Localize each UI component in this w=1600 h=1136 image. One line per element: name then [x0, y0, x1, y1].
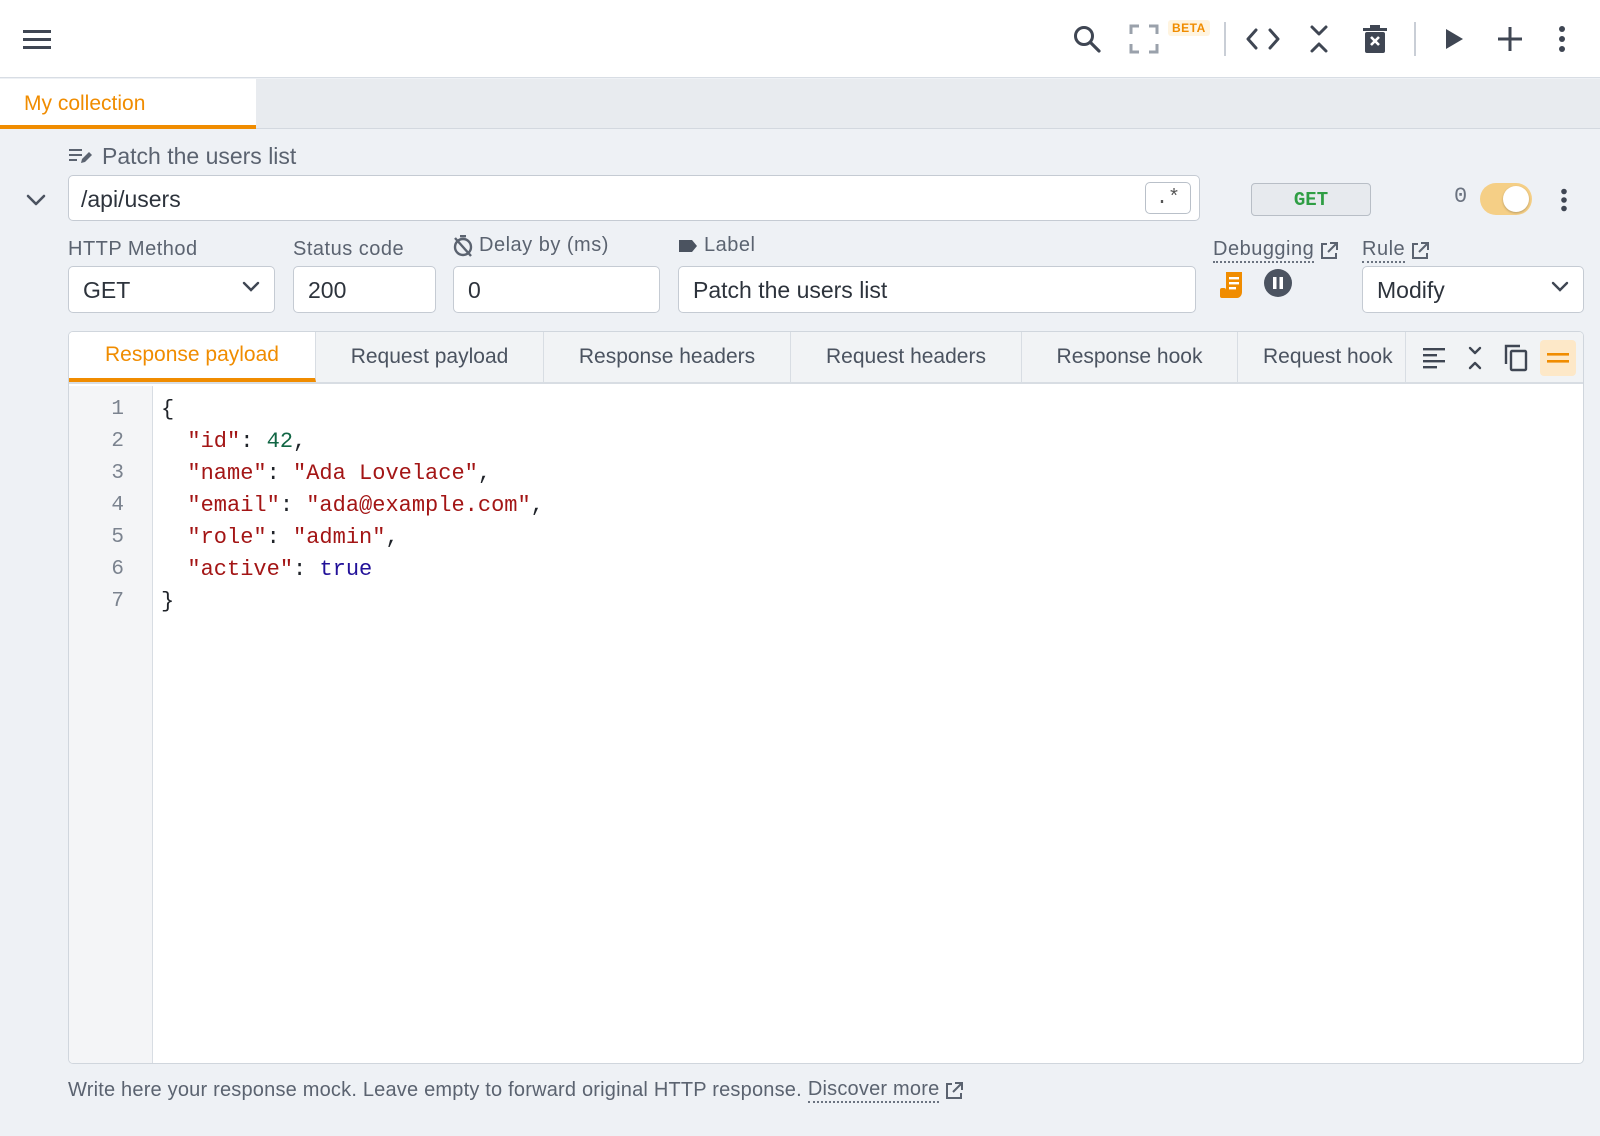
tab-response-payload[interactable]: Response payload [69, 332, 316, 382]
collapse-all-icon[interactable] [1301, 21, 1337, 57]
delay-label: Delay by (ms) [453, 234, 609, 257]
chevron-down-icon[interactable] [20, 184, 52, 216]
fullscreen-icon[interactable] [1126, 21, 1162, 57]
chevron-down-icon [242, 281, 260, 292]
timer-off-icon [453, 234, 473, 257]
label-field-label: Label [678, 234, 755, 257]
tab-request-payload[interactable]: Request payload [316, 332, 544, 382]
add-icon[interactable] [1492, 21, 1528, 57]
hint-text: Write here your response mock. Leave emp… [68, 1079, 802, 1101]
format-align-icon[interactable] [1416, 340, 1452, 376]
fold-icon[interactable] [1457, 340, 1493, 376]
code-line: "role": "admin", [187, 525, 399, 550]
http-method-value: GET [83, 277, 131, 303]
external-link-icon [1412, 241, 1430, 259]
code-icon[interactable] [1245, 21, 1281, 57]
wrap-lines-icon[interactable] [1540, 340, 1576, 376]
line-number: 4 [111, 494, 124, 517]
line-number: 6 [111, 558, 124, 581]
rule-label[interactable]: Rule [1362, 238, 1430, 263]
line-number: 2 [111, 430, 124, 453]
debug-log-icon[interactable] [1218, 270, 1246, 300]
edit-note-icon [69, 149, 92, 163]
chevron-down-icon [1551, 281, 1569, 292]
toolbar-divider [1224, 22, 1226, 56]
line-number: 1 [111, 398, 124, 421]
external-link-icon [946, 1081, 964, 1099]
toggle-knob [1503, 186, 1529, 212]
status-code-value: 200 [308, 277, 347, 303]
toolbar-divider [1414, 22, 1416, 56]
line-number: 3 [111, 462, 124, 485]
tab-response-hook[interactable]: Response hook [1022, 332, 1238, 382]
http-method-label: HTTP Method [68, 238, 198, 260]
copy-icon[interactable] [1498, 340, 1534, 376]
code-editor[interactable]: { "id": 42, "name": "Ada Lovelace", "ema… [161, 386, 1561, 618]
line-number: 7 [111, 590, 124, 613]
rule-enabled-toggle[interactable] [1480, 183, 1532, 215]
tab-my-collection[interactable]: My collection [0, 79, 256, 129]
code-line: "email": "ada@example.com", [187, 493, 544, 518]
menu-icon[interactable] [19, 21, 55, 57]
tab-request-hook[interactable]: Request hook [1238, 332, 1418, 382]
pause-icon[interactable] [1263, 268, 1293, 298]
code-line: "id": 42, [187, 429, 307, 454]
hit-count: 0 [1454, 184, 1468, 209]
discover-more-link[interactable]: Discover more [807, 1078, 940, 1103]
status-code-input[interactable]: 200 [293, 266, 436, 313]
code-line: } [161, 589, 175, 614]
editor-tools [1405, 332, 1583, 382]
line-number: 5 [111, 526, 124, 549]
more-vertical-icon[interactable] [1544, 21, 1580, 57]
label-tag-icon [679, 239, 697, 252]
code-line: "active": true [187, 557, 373, 582]
regex-toggle-button[interactable]: .* [1145, 182, 1191, 214]
method-badge: GET [1251, 183, 1371, 216]
code-line: { [161, 397, 175, 422]
editor-tabs: Response payload Request payload Respons… [69, 332, 1583, 384]
label-value: Patch the users list [693, 277, 888, 303]
play-icon[interactable] [1436, 21, 1472, 57]
debugging-label[interactable]: Debugging [1213, 238, 1339, 263]
rule-title-text: Patch the users list [102, 142, 297, 169]
rule-title[interactable]: Patch the users list [68, 141, 296, 171]
top-toolbar: BETA [0, 0, 1600, 78]
beta-badge: BETA [1168, 20, 1210, 36]
delete-all-icon[interactable] [1357, 21, 1393, 57]
delay-value: 0 [468, 277, 481, 303]
rule-value: Modify [1377, 277, 1445, 303]
tab-response-headers[interactable]: Response headers [544, 332, 791, 382]
label-input[interactable]: Patch the users list [678, 266, 1196, 313]
rule-select[interactable]: Modify [1362, 266, 1584, 313]
delay-input[interactable]: 0 [453, 266, 660, 313]
url-pattern-field[interactable]: .* [68, 175, 1200, 221]
rule-more-icon[interactable] [1550, 184, 1578, 216]
code-line: "name": "Ada Lovelace", [187, 461, 492, 486]
editor-hint: Write here your response mock. Leave emp… [68, 1078, 964, 1103]
editor-panel: Response payload Request payload Respons… [68, 331, 1584, 1064]
search-icon[interactable] [1069, 21, 1105, 57]
line-number-gutter: 1 2 3 4 5 6 7 [69, 386, 153, 1063]
external-link-icon [1321, 241, 1339, 259]
url-pattern-input[interactable] [81, 184, 1081, 214]
status-code-label: Status code [293, 238, 405, 260]
collection-tab-label: My collection [24, 92, 146, 115]
http-method-select[interactable]: GET [68, 266, 275, 313]
collection-tab-strip: My collection [0, 79, 1600, 129]
tab-request-headers[interactable]: Request headers [791, 332, 1022, 382]
